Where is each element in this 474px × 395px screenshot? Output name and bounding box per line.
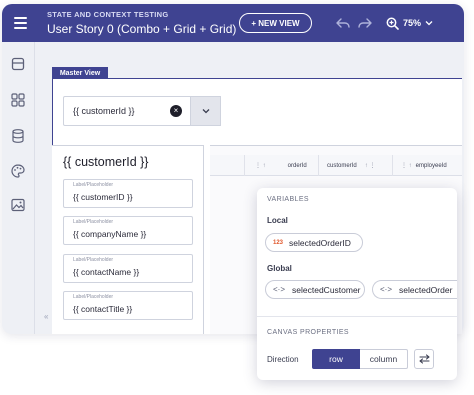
grid-icon[interactable] <box>10 92 26 108</box>
detail-title: {{ customerId }} <box>63 155 149 169</box>
zoom-level: 75% <box>403 18 422 28</box>
chevron-down-icon <box>202 109 209 114</box>
layers-icon[interactable] <box>10 56 26 72</box>
hamburger-menu-icon[interactable] <box>9 12 31 34</box>
contact-name-field[interactable]: Label/Placeholder {{ contactName }} <box>63 254 193 283</box>
image-icon[interactable] <box>10 197 26 213</box>
direction-column-option[interactable]: column <box>360 349 408 369</box>
object-type-icon: <·> <box>273 285 286 294</box>
variables-title: VARIABLES <box>267 196 309 203</box>
direction-row-option[interactable]: row <box>312 349 360 369</box>
redo-icon[interactable] <box>357 16 373 30</box>
grid-column-orderid[interactable]: ⋮ ↑ orderId <box>244 155 307 176</box>
variable-name: selectedOrder <box>399 284 453 295</box>
object-type-icon: <·> <box>380 285 393 294</box>
app-subtitle: STATE AND CONTEXT TESTING <box>47 10 169 19</box>
canvas-properties-title: CANVAS PROPERTIES <box>267 329 350 336</box>
panel-divider <box>257 316 457 317</box>
field-value: {{ customerID }} <box>73 192 133 202</box>
variable-name: selectedOrderID <box>289 237 351 248</box>
column-label: employeeId <box>415 162 447 169</box>
field-value: {{ contactName }} <box>73 267 140 277</box>
variables-panel: VARIABLES Local 123 selectedOrderID Glob… <box>257 188 457 380</box>
contact-title-field[interactable]: Label/Placeholder {{ contactTitle }} <box>63 291 193 320</box>
direction-label: Direction <box>267 355 299 364</box>
sort-icon: ↑ ⋮ <box>364 163 376 169</box>
left-sidebar <box>2 42 35 334</box>
app-header: STATE AND CONTEXT TESTING User Story 0 (… <box>2 4 464 42</box>
field-label: Label/Placeholder <box>73 219 114 225</box>
global-variable-chip[interactable]: <·> selectedCustomer <box>265 280 365 299</box>
grid-header: ⋮ ↑ orderId customerId ↑ ⋮ ⋮ ↑ employeeI… <box>210 155 462 176</box>
app-title: User Story 0 (Combo + Grid + Grid) <box>47 22 237 36</box>
master-view-tab[interactable]: Master View <box>52 67 108 79</box>
zoom-icon <box>386 17 399 30</box>
field-value: {{ companyName }} <box>73 229 147 239</box>
chevron-down-icon <box>425 21 433 26</box>
global-label: Global <box>267 264 292 273</box>
field-label: Label/Placeholder <box>73 294 114 300</box>
column-menu-icon: ⋮ ↑ <box>255 163 266 169</box>
combo-clear-icon[interactable]: × <box>170 105 182 117</box>
new-view-button[interactable]: + NEW VIEW <box>239 13 312 33</box>
palette-icon[interactable] <box>10 163 26 179</box>
company-name-field[interactable]: Label/Placeholder {{ companyName }} <box>63 216 193 245</box>
customer-combo[interactable]: {{ customerId }} × <box>63 96 221 126</box>
swap-arrows-icon <box>418 354 430 364</box>
column-label: orderId <box>287 162 307 169</box>
global-variable-chip[interactable]: <·> selectedOrder <box>372 280 457 299</box>
column-menu-icon: ⋮ ↑ <box>401 163 412 169</box>
field-label: Label/Placeholder <box>73 182 114 188</box>
database-icon[interactable] <box>10 128 26 144</box>
variable-name: selectedCustomer <box>292 284 361 295</box>
grid-column-customerid[interactable]: customerId ↑ ⋮ <box>318 155 386 176</box>
canvas-resize-mark: « <box>44 312 49 321</box>
undo-icon[interactable] <box>335 16 351 30</box>
zoom-control[interactable]: 75% <box>386 15 433 31</box>
column-label: customerId <box>327 162 357 169</box>
number-type-badge: 123 <box>273 239 284 246</box>
field-label: Label/Placeholder <box>73 257 114 263</box>
local-variable-chip[interactable]: 123 selectedOrderID <box>265 233 363 252</box>
local-label: Local <box>267 216 288 225</box>
field-value: {{ contactTitle }} <box>73 304 133 314</box>
swap-direction-button[interactable] <box>414 349 434 369</box>
grid-column-employeeid[interactable]: ⋮ ↑ employeeId <box>392 155 462 176</box>
combo-value: {{ customerId }} <box>73 106 135 116</box>
customer-id-field[interactable]: Label/Placeholder {{ customerID }} <box>63 179 193 208</box>
combo-dropdown-button[interactable] <box>190 96 221 126</box>
